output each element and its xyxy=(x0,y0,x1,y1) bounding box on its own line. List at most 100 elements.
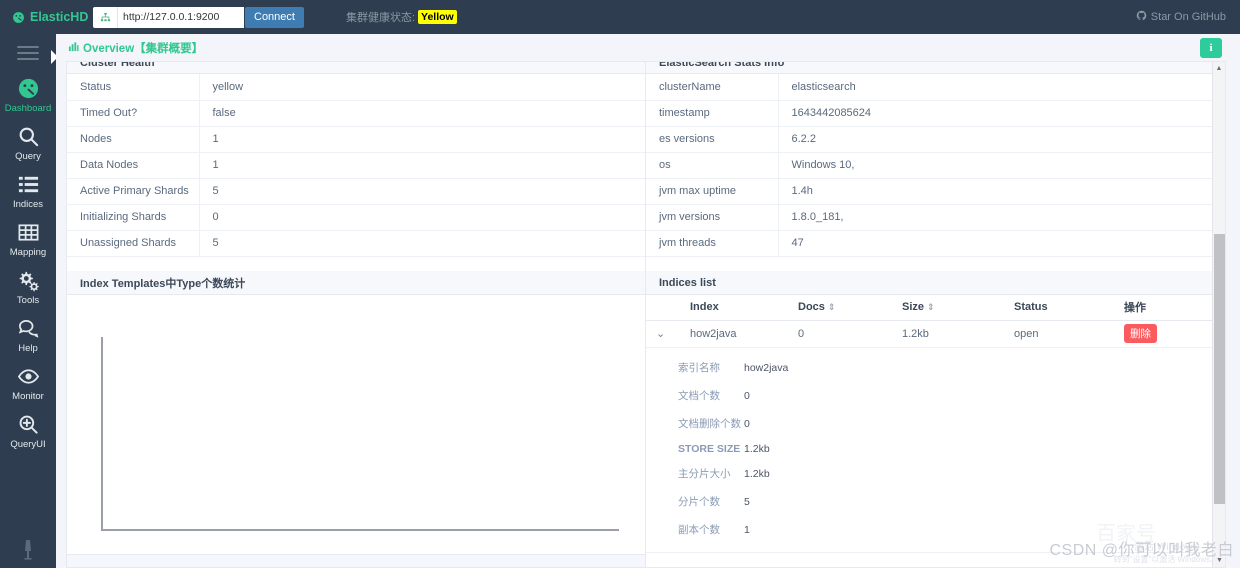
detail-value: 5 xyxy=(744,495,750,508)
bar-chart-icon xyxy=(68,41,79,55)
status-badge: Yellow xyxy=(418,10,457,24)
table-row: jvm versions 1.8.0_181, xyxy=(646,204,1225,231)
column-header-size[interactable]: Size ⇕ xyxy=(890,295,1002,321)
row-key: Nodes xyxy=(67,126,200,153)
connect-button[interactable]: Connect xyxy=(245,6,304,28)
chevron-down-icon[interactable]: ⌄ xyxy=(656,328,665,340)
sidebar-item-mapping[interactable]: Mapping xyxy=(0,214,56,262)
detail-value: 1 xyxy=(744,523,750,536)
cluster-health-status: 集群健康状态: Yellow xyxy=(346,9,457,25)
info-icon[interactable]: i xyxy=(1200,38,1222,58)
row-key: Data Nodes xyxy=(67,152,200,179)
table-row: Active Primary Shards 5 xyxy=(67,178,645,205)
github-icon xyxy=(1136,10,1147,24)
sort-icon[interactable]: ⇕ xyxy=(828,302,836,312)
es-stats-title-text: ElasticSearch Stats Info xyxy=(659,62,785,69)
detail-key: 副本个数 xyxy=(678,523,720,536)
table-row: jvm max uptime 1.4h xyxy=(646,178,1225,205)
row-key: es versions xyxy=(646,126,779,153)
row-value: 5 xyxy=(199,230,645,257)
right-column: ElasticSearch Stats Info clusterName ela… xyxy=(646,62,1225,567)
row-key: timestamp xyxy=(646,100,779,127)
sidebar-item-monitor[interactable]: Monitor xyxy=(0,358,56,406)
sidebar-item-indices[interactable]: Indices xyxy=(0,166,56,214)
row-value: 6.2.2 xyxy=(778,126,1225,153)
sidebar-item-tools[interactable]: Tools xyxy=(0,262,56,310)
detail-row: 副本个数 1 xyxy=(646,524,1225,537)
row-value: false xyxy=(199,100,645,127)
detail-key: 主分片大小 xyxy=(678,467,731,480)
row-key: Unassigned Shards xyxy=(67,230,200,257)
detail-key: 索引名称 xyxy=(678,361,720,374)
detail-row: STORE SIZE 1.2kb xyxy=(646,443,1225,456)
row-value: elasticsearch xyxy=(778,74,1225,101)
speedometer-icon xyxy=(12,11,25,24)
magnifier-icon xyxy=(17,123,40,150)
expand-row-toggle[interactable]: ⌄ xyxy=(646,320,678,348)
row-value: 0 xyxy=(199,204,645,231)
cell-actions: 删除 xyxy=(1112,320,1225,348)
detail-key: STORE SIZE xyxy=(678,442,741,455)
column-header-expand xyxy=(646,295,678,321)
sidebar-item-label: Indices xyxy=(12,199,44,210)
table-row: Initializing Shards 0 xyxy=(67,204,645,231)
index-templates-panel-title: Index Templates中Type个数统计 xyxy=(67,271,645,295)
table-header-row: Index Docs ⇕ Size ⇕ Status 操作 xyxy=(646,295,1225,321)
list-icon xyxy=(17,171,40,198)
es-stats-table: clusterName elasticsearch timestamp 1643… xyxy=(646,74,1225,257)
row-value: 1643442085624 xyxy=(778,100,1225,127)
column-header-index: Index xyxy=(678,295,786,321)
star-on-github-link[interactable]: Star On GitHub xyxy=(1136,0,1226,34)
indices-list-panel-title: Indices list xyxy=(646,271,1225,295)
column-header-docs[interactable]: Docs ⇕ xyxy=(786,295,890,321)
row-value: 1 xyxy=(199,126,645,153)
cell-size: 1.2kb xyxy=(890,320,1002,348)
sidebar-item-query[interactable]: Query xyxy=(0,118,56,166)
detail-row: 索引名称 how2java xyxy=(646,362,1225,375)
sidebar-item-queryui[interactable]: QueryUI xyxy=(0,406,56,454)
detail-row: 文档删除个数 0 xyxy=(646,418,1225,431)
column-header-actions: 操作 xyxy=(1112,295,1225,321)
delete-index-button[interactable]: 删除 xyxy=(1124,324,1157,343)
dashboard-icon xyxy=(17,75,40,102)
left-column: Cluster Health Status yellow Timed Out? … xyxy=(67,62,646,567)
cluster-health-title-text: Cluster Health xyxy=(80,62,155,69)
table-row: Unassigned Shards 5 xyxy=(67,230,645,257)
brand-logo[interactable]: ElasticHD xyxy=(12,10,88,24)
table-row: jvm threads 47 xyxy=(646,230,1225,257)
eye-icon xyxy=(17,363,40,390)
row-value: 1.4h xyxy=(778,178,1225,205)
top-navbar: ElasticHD Connect 集群健康状态: Yellow xyxy=(0,0,1240,34)
sidebar-item-dashboard[interactable]: Dashboard xyxy=(0,70,56,118)
page-title: Overview【集群概要】 xyxy=(68,40,203,56)
table-row: Data Nodes 1 xyxy=(67,152,645,179)
chat-bubbles-icon xyxy=(17,315,40,342)
table-row: Timed Out? false xyxy=(67,100,645,127)
sidebar-item-help[interactable]: Help xyxy=(0,310,56,358)
sort-icon[interactable]: ⇕ xyxy=(927,302,935,312)
cluster-icon xyxy=(93,6,118,28)
vertical-scrollbar[interactable]: ▲ ▼ xyxy=(1212,62,1225,567)
row-key: Status xyxy=(67,74,200,101)
detail-row: 分片个数 5 xyxy=(646,496,1225,509)
row-value: 1.8.0_181, xyxy=(778,204,1225,231)
detail-value: 0 xyxy=(744,389,750,402)
scroll-up-arrow-icon[interactable]: ▲ xyxy=(1213,62,1225,75)
gears-icon xyxy=(17,267,40,294)
row-value: yellow xyxy=(199,74,645,101)
app-root: ElasticHD Connect 集群健康状态: Yellow xyxy=(0,0,1240,568)
table-row: clusterName elasticsearch xyxy=(646,74,1225,101)
table-row: Nodes 1 xyxy=(67,126,645,153)
main-area: Overview【集群概要】 i Cluster Health Status y… xyxy=(56,34,1240,568)
row-value: 1 xyxy=(199,152,645,179)
page-header: Overview【集群概要】 i xyxy=(56,34,1240,61)
table-row[interactable]: ⌄ how2java 0 1.2kb open 删除 xyxy=(646,320,1225,348)
row-key: Active Primary Shards xyxy=(67,178,200,205)
chart-y-axis xyxy=(101,337,103,530)
scroll-down-arrow-icon[interactable]: ▼ xyxy=(1213,554,1225,567)
hamburger-icon[interactable] xyxy=(17,46,39,60)
scrollbar-thumb[interactable] xyxy=(1214,234,1225,504)
address-input[interactable] xyxy=(118,6,244,28)
index-detail-panel: 索引名称 how2java 文档个数 0 文档删除个数 0 STORE SIZE… xyxy=(646,348,1225,553)
indices-table: Index Docs ⇕ Size ⇕ Status 操作 ⌄ how2java… xyxy=(646,295,1225,348)
